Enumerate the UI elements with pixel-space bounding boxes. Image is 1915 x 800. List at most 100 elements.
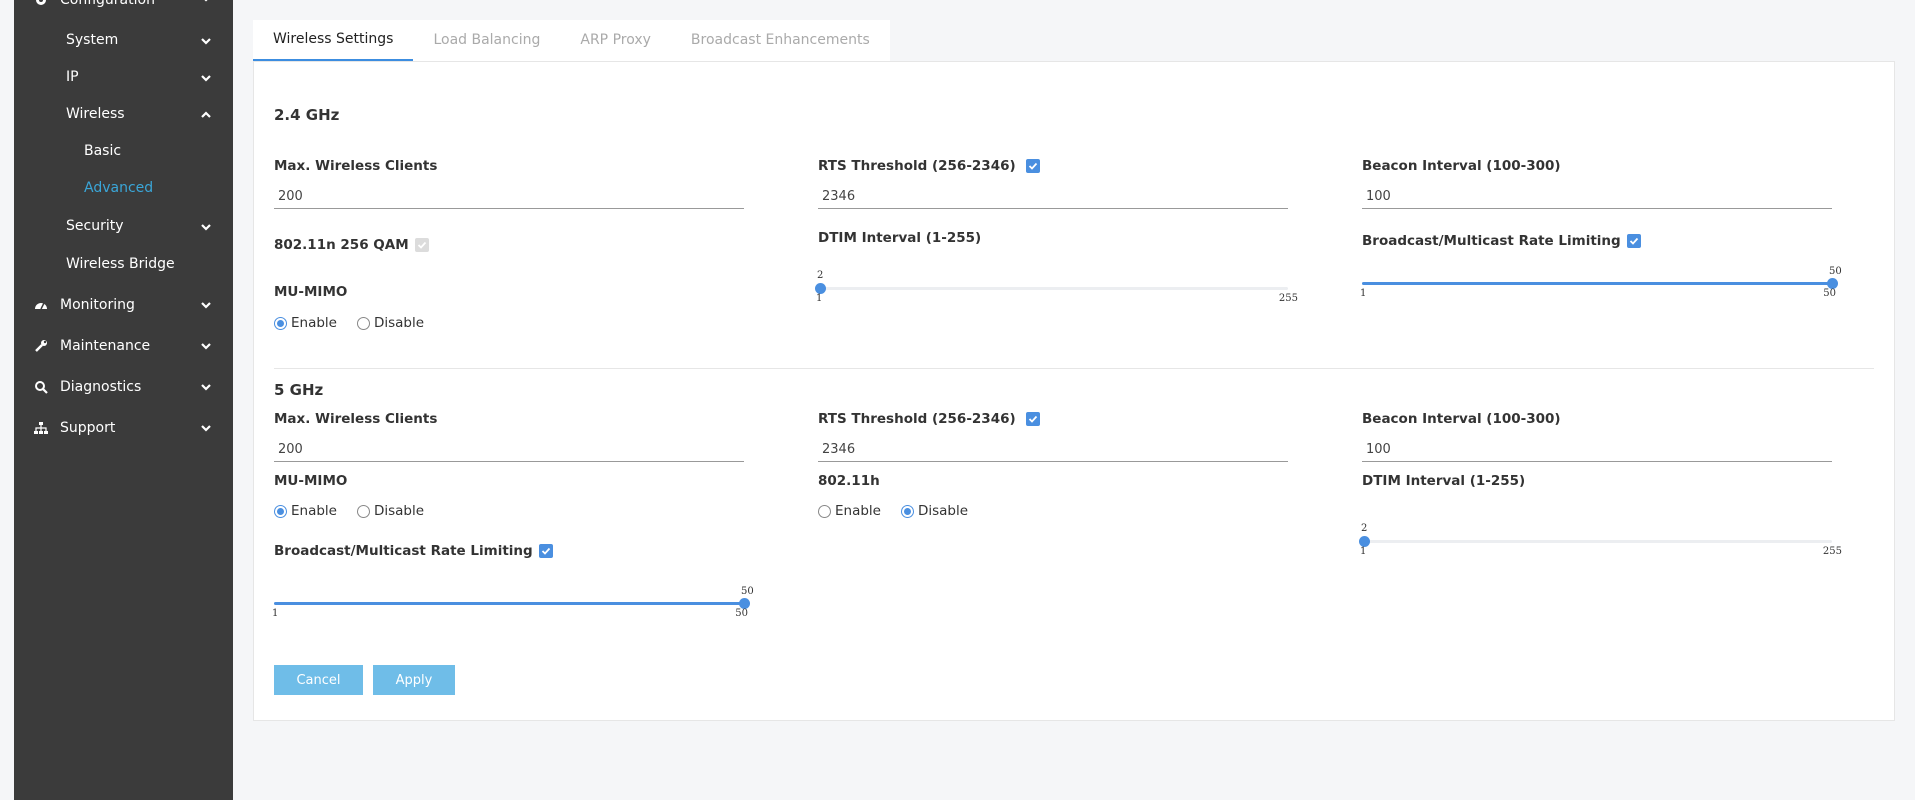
chevron-up-icon [201, 111, 211, 118]
radio-label: Enable [291, 315, 337, 331]
sidebar-item-label: IP [66, 69, 79, 85]
slider-value-label: 2 [1361, 523, 1368, 534]
sidebar: Configuration System IP Wireless Basic A… [14, 0, 233, 800]
rate-checkbox-5ghz[interactable] [538, 544, 553, 558]
left-margin [0, 0, 14, 800]
slider-max-label: 50 [1823, 288, 1836, 299]
sidebar-item-system[interactable]: System [14, 31, 233, 49]
beacon-label-2-4ghz: Beacon Interval (100-300) [1362, 158, 1561, 174]
tab-broadcast-enhancements[interactable]: Broadcast Enhancements [671, 20, 890, 61]
main-content: Wireless Settings Load Balancing ARP Pro… [233, 0, 1915, 800]
chevron-down-icon [201, 425, 211, 432]
80211h-disable-radio[interactable] [900, 504, 914, 518]
mumimo-enable-radio-2-4ghz[interactable] [274, 316, 287, 330]
sidebar-item-label: Configuration [60, 0, 155, 8]
80211h-radio-group: Enable Disable [818, 503, 968, 519]
sidebar-item-diagnostics[interactable]: Diagnostics [14, 378, 233, 396]
sidebar-item-label: Monitoring [60, 297, 135, 313]
rate-slider-5ghz[interactable]: 50 1 50 [272, 586, 754, 626]
mumimo-label-2-4ghz: MU-MIMO [274, 284, 348, 300]
rts-checkbox-5ghz[interactable] [1025, 412, 1040, 426]
slider-track [1362, 278, 1838, 289]
rate-label: Broadcast/Multicast Rate Limiting [274, 543, 533, 559]
rate-slider-2-4ghz[interactable]: 50 1 50 [1360, 266, 1842, 306]
sidebar-item-label: Support [60, 420, 116, 436]
rate-row-2-4ghz: Broadcast/Multicast Rate Limiting [1362, 233, 1641, 249]
sidebar-item-wireless-bridge[interactable]: Wireless Bridge [14, 255, 233, 273]
slider-min-label: 1 [1360, 546, 1367, 557]
sidebar-item-label: Advanced [84, 180, 154, 196]
slider-value-label: 50 [741, 586, 754, 597]
section-title-5ghz: 5 GHz [274, 381, 324, 399]
max-clients-input-5ghz[interactable] [274, 437, 744, 462]
mumimo-radio-group-2-4ghz: Enable Disable [274, 315, 424, 331]
chevron-down-icon [201, 384, 211, 391]
chevron-down-icon [201, 343, 211, 350]
sidebar-item-support[interactable]: Support [14, 419, 233, 437]
dashboard-icon [35, 302, 47, 310]
rts-row-5ghz: RTS Threshold (256-2346) [818, 411, 1040, 427]
slider-max-label: 50 [735, 608, 748, 619]
sidebar-item-ip[interactable]: IP [14, 68, 233, 86]
80211h-enable-radio[interactable] [818, 504, 831, 518]
beacon-input-5ghz[interactable] [1362, 437, 1832, 462]
rate-checkbox-2-4ghz[interactable] [1626, 234, 1641, 248]
sitemap-icon [34, 422, 48, 434]
mumimo-label-5ghz: MU-MIMO [274, 473, 348, 489]
sidebar-item-basic[interactable]: Basic [14, 142, 233, 160]
rts-label: RTS Threshold (256-2346) [818, 158, 1016, 174]
sidebar-item-advanced[interactable]: Advanced [14, 179, 233, 197]
chevron-down-icon [204, 0, 208, 2]
check-icon [1028, 415, 1037, 423]
radio-label: Disable [917, 503, 969, 519]
radio-label: Enable [835, 503, 881, 519]
tab-wireless-settings[interactable]: Wireless Settings [253, 20, 414, 61]
slider-min-label: 1 [272, 608, 279, 619]
beacon-input-2-4ghz[interactable] [1362, 184, 1832, 209]
check-icon [417, 241, 426, 249]
tab-arp-proxy[interactable]: ARP Proxy [560, 20, 671, 61]
chevron-down-icon [201, 75, 211, 82]
rts-input-2-4ghz[interactable] [818, 184, 1288, 209]
slider-track [815, 283, 1288, 294]
beacon-label-5ghz: Beacon Interval (100-300) [1362, 411, 1561, 427]
rate-label: Broadcast/Multicast Rate Limiting [1362, 233, 1621, 249]
check-icon [1028, 162, 1037, 170]
slider-track [274, 598, 750, 609]
check-icon [1629, 237, 1638, 245]
mumimo-disable-radio-2-4ghz[interactable] [356, 316, 370, 330]
section-title-2-4ghz: 2.4 GHz [274, 106, 340, 124]
search-icon [35, 381, 48, 394]
rts-input-5ghz[interactable] [818, 437, 1288, 462]
slider-track [1359, 536, 1832, 547]
slider-value-label: 2 [817, 270, 824, 281]
sidebar-item-wireless[interactable]: Wireless [14, 105, 233, 123]
apply-button[interactable]: Apply [373, 665, 455, 695]
radio-label: Enable [291, 503, 337, 519]
tab-load-balancing[interactable]: Load Balancing [413, 20, 560, 61]
dtim-slider-5ghz[interactable]: 2 1 255 [1359, 523, 1842, 563]
sidebar-item-monitoring[interactable]: Monitoring [14, 296, 233, 314]
sidebar-item-label: Wireless Bridge [66, 256, 175, 272]
sidebar-item-security[interactable]: Security [14, 217, 233, 235]
qam-checkbox[interactable] [414, 238, 429, 252]
sidebar-item-label: Diagnostics [60, 379, 142, 395]
rts-checkbox-2-4ghz[interactable] [1025, 159, 1040, 173]
sidebar-item-label: Basic [84, 143, 122, 159]
sidebar-item-label: System [66, 32, 119, 48]
qam-row: 802.11n 256 QAM [274, 237, 429, 253]
max-clients-input-2-4ghz[interactable] [274, 184, 744, 209]
check-icon [541, 547, 550, 555]
mumimo-enable-radio-5ghz[interactable] [274, 504, 287, 518]
settings-panel: 2.4 GHz Max. Wireless Clients 802.11n 25… [253, 61, 1895, 721]
rts-label: RTS Threshold (256-2346) [818, 411, 1016, 427]
slider-fill [274, 602, 744, 605]
rate-row-5ghz: Broadcast/Multicast Rate Limiting [274, 543, 553, 559]
sidebar-item-label: Wireless [66, 106, 125, 122]
sidebar-item-configuration[interactable]: Configuration [14, 0, 233, 9]
dtim-slider-2-4ghz[interactable]: 2 1 255 [815, 270, 1298, 310]
cancel-button[interactable]: Cancel [274, 665, 363, 695]
sidebar-item-maintenance[interactable]: Maintenance [14, 337, 233, 355]
sidebar-item-label: Security [66, 218, 124, 234]
mumimo-disable-radio-5ghz[interactable] [356, 504, 370, 518]
